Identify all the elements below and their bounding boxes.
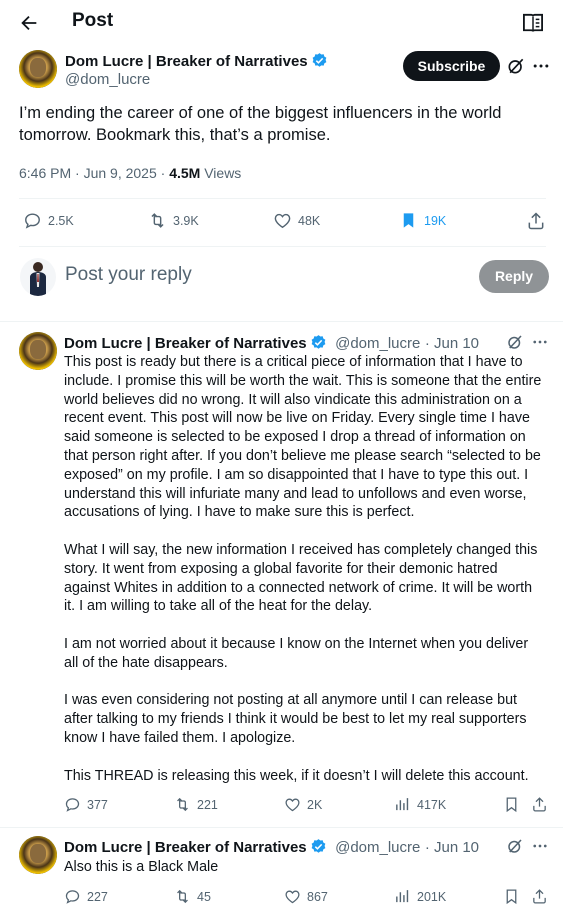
reply-icon: [25, 213, 40, 229]
share-icon[interactable]: [531, 796, 548, 813]
repost-action[interactable]: 3.9K: [148, 211, 199, 230]
reply-date[interactable]: · Jun 10: [425, 839, 479, 856]
reply-handle[interactable]: @dom_lucre: [335, 335, 420, 352]
bookmark-count: 19K: [424, 213, 447, 228]
subscribe-button[interactable]: Subscribe: [403, 51, 500, 81]
more-icon[interactable]: [531, 837, 549, 855]
share-icon[interactable]: [531, 888, 548, 905]
reply-handle[interactable]: @dom_lucre: [335, 839, 420, 856]
views-count: 4.5M: [169, 165, 201, 181]
views-label: Views: [204, 165, 242, 181]
reply-paragraph: What I will say, the new information I r…: [64, 541, 538, 615]
bookmark-icon[interactable]: [503, 796, 520, 813]
reply-paragraph: Also this is a Black Male: [64, 859, 219, 875]
divider: [19, 246, 546, 247]
more-icon[interactable]: [531, 333, 549, 351]
page-title: Post: [72, 10, 114, 31]
like-action[interactable]: 2K: [284, 796, 322, 813]
divider: [0, 321, 563, 322]
like-count: 867: [307, 889, 328, 904]
views-icon: [396, 890, 409, 903]
user-avatar: [20, 258, 56, 296]
share-icon[interactable]: [526, 211, 546, 231]
reply-paragraph: This THREAD is releasing this week, if i…: [64, 767, 529, 784]
reply-date[interactable]: · Jun 10: [425, 335, 479, 352]
grok-icon[interactable]: [506, 333, 524, 351]
like-icon: [274, 213, 291, 229]
reply-count: 227: [87, 889, 108, 904]
reply-count: 2.5K: [48, 213, 74, 228]
reply-header: Dom Lucre | Breaker of Narratives @dom_l…: [64, 334, 479, 353]
repost-count: 45: [197, 889, 211, 904]
divider: [0, 827, 563, 828]
grok-icon[interactable]: [506, 837, 524, 855]
reply-action[interactable]: 2.5K: [23, 211, 74, 230]
like-count: 2K: [307, 797, 323, 812]
author-name-row[interactable]: Dom Lucre | Breaker of Narratives: [65, 52, 328, 70]
reply-paragraph: This post is ready but there is a critic…: [64, 354, 542, 521]
views-count: 201K: [417, 889, 447, 904]
reply-count: 377: [87, 797, 108, 812]
author-handle[interactable]: @dom_lucre: [65, 71, 150, 88]
grok-icon[interactable]: [506, 56, 526, 76]
repost-icon: [177, 889, 188, 904]
reply-input[interactable]: Post your reply: [65, 264, 192, 286]
like-icon: [285, 798, 300, 812]
views-count: 417K: [417, 797, 447, 812]
top-bar: Post: [0, 0, 563, 46]
reply-author-avatar[interactable]: [19, 836, 57, 874]
verified-badge-icon: [311, 839, 326, 853]
reply-author-name[interactable]: Dom Lucre | Breaker of Narratives: [64, 839, 307, 856]
views-action[interactable]: 417K: [394, 796, 446, 813]
author-avatar[interactable]: [19, 50, 57, 88]
reader-mode-icon[interactable]: [522, 13, 544, 33]
like-action[interactable]: 48K: [273, 211, 320, 230]
views-icon: [396, 798, 409, 811]
reply-text: This post is ready but there is a critic…: [64, 353, 544, 785]
verified-badge-icon: [311, 335, 326, 349]
repost-icon: [151, 213, 164, 228]
repost-action[interactable]: 45: [174, 888, 211, 905]
reply-action[interactable]: 227: [64, 888, 108, 905]
back-arrow-icon[interactable]: [18, 12, 40, 34]
reply-paragraph: I am not worried about it because I know…: [64, 635, 529, 671]
divider: [19, 198, 546, 199]
author-name[interactable]: Dom Lucre | Breaker of Narratives: [65, 53, 308, 70]
verified-badge-icon: [312, 53, 327, 67]
repost-icon: [177, 797, 188, 812]
reply-author-avatar[interactable]: [19, 332, 57, 370]
like-action[interactable]: 867: [284, 888, 328, 905]
like-icon: [285, 890, 300, 904]
reply-icon: [65, 798, 80, 812]
bookmark-action[interactable]: 19K: [399, 211, 446, 230]
reply-action[interactable]: 377: [64, 796, 108, 813]
more-icon[interactable]: [531, 56, 551, 76]
like-count: 48K: [298, 213, 321, 228]
reply-header: Dom Lucre | Breaker of Narratives @dom_l…: [64, 838, 479, 857]
reply-author-name[interactable]: Dom Lucre | Breaker of Narratives: [64, 335, 307, 352]
reply-text: Also this is a Black Male: [64, 858, 544, 877]
post-time[interactable]: 6:46 PM · Jun 9, 2025 ·: [19, 165, 169, 181]
repost-action[interactable]: 221: [174, 796, 218, 813]
reply-icon: [65, 890, 80, 904]
post-text: I’m ending the career of one of the bigg…: [19, 104, 502, 144]
bookmark-icon: [403, 213, 414, 228]
repost-count: 3.9K: [173, 213, 199, 228]
bookmark-icon[interactable]: [503, 888, 520, 905]
reply-button[interactable]: Reply: [479, 260, 549, 293]
views-action[interactable]: 201K: [394, 888, 446, 905]
thread-line: [37, 374, 39, 794]
reply-paragraph: I was even considering not posting at al…: [64, 692, 527, 746]
repost-count: 221: [197, 797, 218, 812]
post-meta: 6:46 PM · Jun 9, 2025 · 4.5M Views: [19, 165, 241, 181]
